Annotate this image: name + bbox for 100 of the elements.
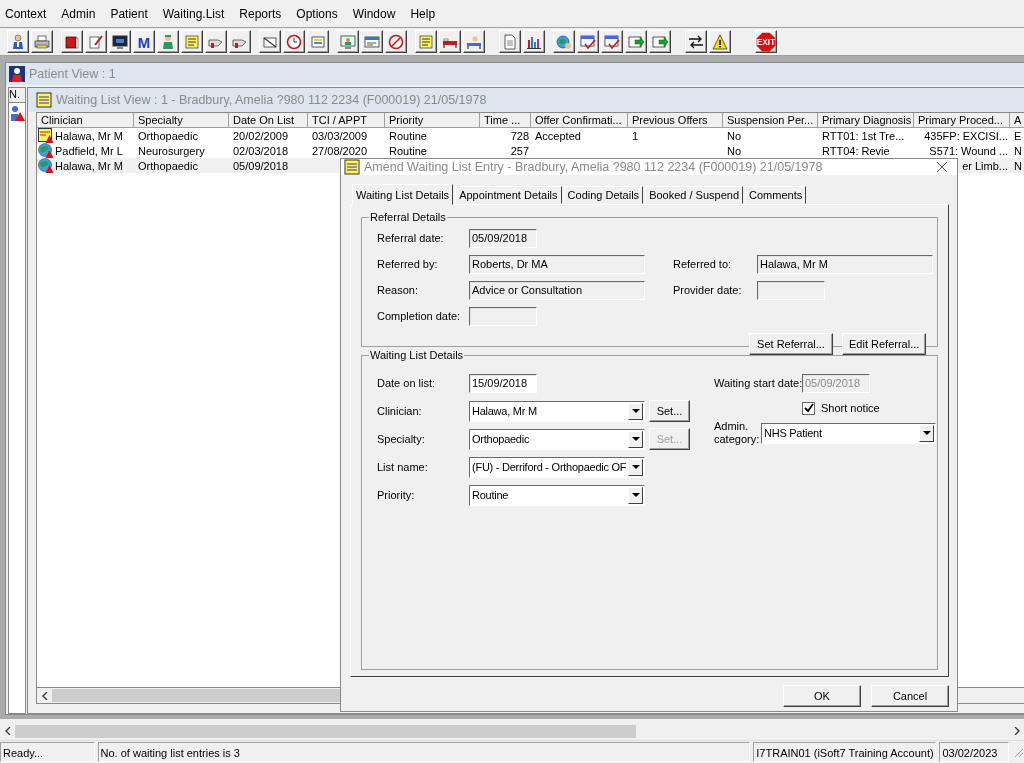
table-cell: 257 bbox=[510, 144, 529, 157]
status-panel: 03/02/2023 bbox=[939, 742, 1010, 762]
toolbar-button[interactable] bbox=[385, 30, 407, 53]
tab[interactable]: Appointment Details bbox=[455, 186, 562, 204]
dropdown[interactable]: Routine bbox=[469, 484, 645, 506]
table-row[interactable]: Padfield, Mr L Neurosurgery 02/03/2018 27/08/2020 Routine 257 No RTT04: Revie S571: Wound ... N bbox=[37, 143, 1024, 158]
column-header[interactable]: Primary Proced... bbox=[914, 113, 1010, 128]
toolbar-button[interactable] bbox=[157, 30, 179, 53]
dropdown[interactable]: NHS Patient bbox=[761, 422, 936, 444]
toolbar-button[interactable] bbox=[337, 30, 359, 53]
field-label: Specialty: bbox=[377, 433, 426, 445]
table-row[interactable]: Halawa, Mr M Orthopaedic 20/02/2009 03/03/2009 Routine 728 Accepted 1 No RTT01: 1st Tre... 435FP: EXCISI... E bbox=[37, 128, 1024, 143]
referral-button[interactable]: Set Referral... bbox=[749, 333, 833, 355]
toolbar-button[interactable] bbox=[415, 30, 437, 53]
ok-button[interactable]: OK bbox=[783, 685, 861, 707]
scroll-thumb[interactable] bbox=[15, 724, 636, 738]
menu-item[interactable]: Options bbox=[291, 6, 345, 21]
column-header[interactable]: Primary Diagnosis bbox=[818, 113, 914, 128]
toolbar-button[interactable] bbox=[61, 30, 83, 53]
toolbar-button[interactable] bbox=[283, 30, 305, 53]
globe-person-icon bbox=[556, 33, 572, 50]
toolbar-button[interactable] bbox=[685, 30, 707, 53]
table-cell: N bbox=[1014, 159, 1022, 172]
resize-grip-icon[interactable] bbox=[1012, 746, 1024, 758]
toolbar-button[interactable] bbox=[577, 30, 599, 53]
table-cell: 03/03/2009 bbox=[312, 129, 368, 142]
table-cell: 05/09/2018 bbox=[233, 159, 289, 172]
dropdown[interactable]: Halawa, Mr M bbox=[469, 400, 645, 422]
column-header[interactable]: Previous Offers bbox=[628, 113, 723, 128]
tab[interactable]: Coding Details bbox=[563, 186, 644, 204]
person-warning-icon bbox=[9, 105, 25, 121]
checkbox[interactable] bbox=[802, 401, 815, 415]
input-field[interactable] bbox=[469, 306, 537, 326]
check-card-icon bbox=[580, 33, 596, 50]
menu-item[interactable]: Reports bbox=[234, 6, 289, 21]
toolbar-button[interactable] bbox=[499, 30, 521, 53]
toolbar-button[interactable] bbox=[85, 30, 107, 53]
toolbar-button[interactable] bbox=[109, 30, 131, 53]
menu-item[interactable]: Admin bbox=[56, 6, 103, 21]
globe-warning-icon bbox=[38, 158, 54, 173]
column-header[interactable]: Offer Confirmati... bbox=[531, 113, 628, 128]
tab[interactable]: Booked / Suspend bbox=[645, 186, 744, 204]
document-warning-icon bbox=[38, 128, 54, 143]
toolbar-button[interactable] bbox=[7, 30, 29, 53]
toolbar-button[interactable] bbox=[259, 30, 281, 53]
toolbar-button[interactable]: EXIT bbox=[755, 30, 777, 53]
tab[interactable]: Comments bbox=[745, 186, 807, 204]
toolbar-button[interactable] bbox=[709, 30, 731, 53]
input-field[interactable]: Roberts, Dr MA bbox=[469, 254, 645, 274]
column-header[interactable]: Suspension Per... bbox=[723, 113, 818, 128]
person-icon bbox=[9, 66, 25, 82]
menu-item[interactable]: Context bbox=[0, 6, 54, 21]
table-cell: 435FP: EXCISI... bbox=[924, 129, 1008, 142]
toolbar-button[interactable] bbox=[181, 30, 203, 53]
menu-item[interactable]: Window bbox=[347, 6, 403, 21]
input-field[interactable] bbox=[757, 280, 825, 300]
field-label: Admin. category: bbox=[714, 420, 761, 446]
column-header[interactable]: Priority bbox=[385, 113, 480, 128]
note-icon bbox=[418, 33, 434, 50]
referral-button[interactable]: Edit Referral... bbox=[842, 333, 926, 355]
table-cell: No bbox=[727, 144, 742, 157]
field-label: Referred to: bbox=[673, 258, 733, 270]
menu-item[interactable]: Patient bbox=[105, 6, 155, 21]
toolbar-button[interactable] bbox=[601, 30, 623, 53]
set-button[interactable]: Set... bbox=[649, 400, 690, 422]
toolbar-button[interactable] bbox=[553, 30, 575, 53]
input-field[interactable]: 15/09/2018 bbox=[469, 373, 537, 393]
table-cell: 02/03/2018 bbox=[233, 144, 289, 157]
toolbar-button[interactable] bbox=[31, 30, 53, 53]
input-field[interactable]: Advice or Consultation bbox=[469, 280, 645, 300]
toolbar-button[interactable] bbox=[229, 30, 251, 53]
column-header[interactable]: A bbox=[1010, 113, 1024, 128]
column-header[interactable]: Clinician bbox=[37, 113, 134, 128]
tab[interactable]: Waiting List Details bbox=[352, 184, 454, 205]
dropdown[interactable]: (FU) - Derriford - Orthopaedic OF bbox=[469, 456, 645, 478]
column-header[interactable]: Specialty bbox=[134, 113, 229, 128]
column-header[interactable]: TCI / APPT bbox=[308, 113, 385, 128]
no-entry-icon bbox=[388, 33, 404, 50]
column-header[interactable]: Time ... bbox=[480, 113, 531, 128]
toolbar-button[interactable] bbox=[361, 30, 383, 53]
toolbar-button[interactable] bbox=[463, 30, 485, 53]
column-header[interactable]: Date On List bbox=[229, 113, 308, 128]
table-cell: 20/02/2009 bbox=[233, 129, 289, 142]
toolbar-button[interactable] bbox=[523, 30, 545, 53]
toolbar-button[interactable] bbox=[649, 30, 671, 53]
cancel-button[interactable]: Cancel bbox=[871, 685, 949, 707]
menu-item[interactable]: Waiting.List bbox=[157, 6, 232, 21]
menu-item[interactable]: Help bbox=[405, 6, 443, 21]
column-header[interactable]: N. bbox=[9, 88, 25, 103]
close-icon[interactable] bbox=[936, 161, 948, 173]
input-field[interactable]: 05/09/2018 bbox=[469, 228, 537, 248]
toolbar-button[interactable] bbox=[307, 30, 329, 53]
field-label: Date on list: bbox=[377, 377, 437, 389]
input-field[interactable]: Halawa, Mr M bbox=[757, 254, 933, 274]
toolbar-button[interactable] bbox=[439, 30, 461, 53]
dropdown[interactable]: Orthopaedic bbox=[469, 428, 645, 450]
table-cell: Orthopaedic bbox=[138, 129, 198, 142]
toolbar-button[interactable] bbox=[625, 30, 647, 53]
toolbar-button[interactable] bbox=[205, 30, 227, 53]
arrows-icon bbox=[688, 33, 704, 50]
